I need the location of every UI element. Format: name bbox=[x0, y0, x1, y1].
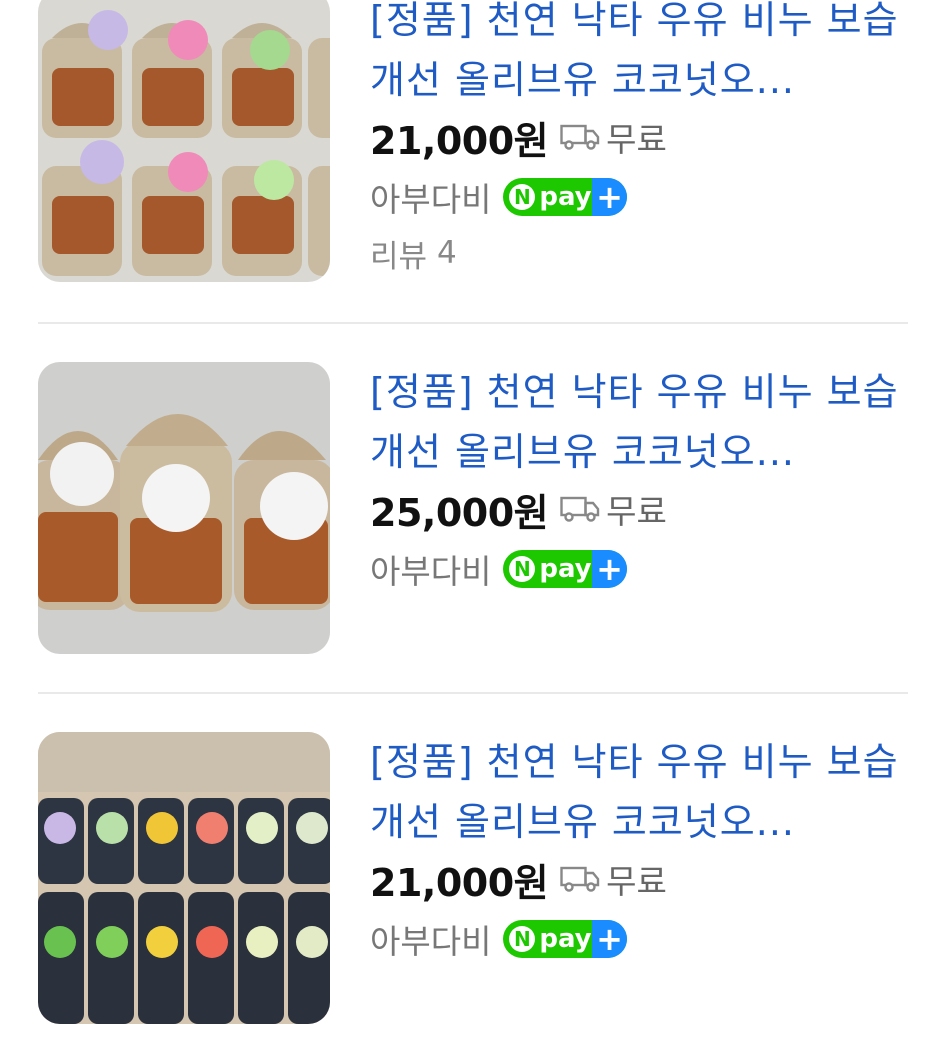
truck-icon bbox=[560, 865, 600, 893]
npay-plus-badge: N pay + bbox=[503, 550, 628, 588]
review-label: 리뷰 bbox=[370, 238, 428, 275]
truck-icon bbox=[560, 495, 600, 523]
product-thumbnail[interactable] bbox=[38, 732, 330, 1024]
npay-n-icon: N bbox=[509, 184, 536, 210]
plus-icon: + bbox=[591, 920, 628, 958]
plus-icon: + bbox=[591, 178, 628, 216]
price-row: 25,000원 무료 bbox=[370, 478, 910, 540]
npay-plus-badge: N pay + bbox=[503, 178, 628, 216]
seller-name[interactable]: 아부다비 bbox=[370, 545, 491, 593]
product-title[interactable]: [정품] 천연 낙타 우유 비누 보습 개선 올리브유 코코넛오... bbox=[370, 362, 910, 482]
divider bbox=[38, 692, 908, 694]
product-info: [정품] 천연 낙타 우유 비누 보습 개선 올리브유 코코넛오... 21,0… bbox=[370, 0, 910, 280]
product-thumbnail[interactable] bbox=[38, 362, 330, 654]
shipping-label: 무료 bbox=[606, 492, 667, 531]
product-item[interactable]: [정품] 천연 낙타 우유 비누 보습 개선 올리브유 코코넛오... 25,0… bbox=[0, 362, 946, 692]
product-title[interactable]: [정품] 천연 낙타 우유 비누 보습 개선 올리브유 코코넛오... bbox=[370, 0, 910, 110]
npay-n-icon: N bbox=[509, 556, 536, 582]
product-item[interactable]: [정품] 천연 낙타 우유 비누 보습 개선 올리브유 코코넛오... 21,0… bbox=[0, 732, 946, 1062]
truck-icon bbox=[560, 123, 600, 151]
product-info: [정품] 천연 낙타 우유 비누 보습 개선 올리브유 코코넛오... 25,0… bbox=[370, 362, 910, 598]
product-price: 25,000원 bbox=[370, 490, 549, 535]
product-thumbnail[interactable] bbox=[38, 0, 330, 282]
price-row: 21,000원 무료 bbox=[370, 848, 910, 910]
product-item[interactable]: [정품] 천연 낙타 우유 비누 보습 개선 올리브유 코코넛오... 21,0… bbox=[0, 0, 946, 320]
seller-name[interactable]: 아부다비 bbox=[370, 915, 491, 963]
shipping-label: 무료 bbox=[606, 120, 667, 159]
product-title[interactable]: [정품] 천연 낙타 우유 비누 보습 개선 올리브유 코코넛오... bbox=[370, 732, 910, 852]
product-image bbox=[38, 0, 330, 282]
divider bbox=[38, 322, 908, 324]
npay-plus-badge: N pay + bbox=[503, 920, 628, 958]
product-image bbox=[38, 362, 330, 654]
seller-name[interactable]: 아부다비 bbox=[370, 173, 491, 221]
npay-label: pay bbox=[539, 924, 592, 954]
seller-row: 아부다비 N pay + bbox=[370, 168, 910, 226]
price-row: 21,000원 무료 bbox=[370, 106, 910, 168]
review-row: 리뷰 4 bbox=[370, 226, 910, 280]
shipping-label: 무료 bbox=[606, 862, 667, 901]
npay-n-icon: N bbox=[509, 926, 536, 952]
product-price: 21,000원 bbox=[370, 118, 549, 163]
npay-label: pay bbox=[539, 182, 592, 212]
seller-row: 아부다비 N pay + bbox=[370, 910, 910, 968]
review-count: 4 bbox=[437, 235, 457, 271]
product-info: [정품] 천연 낙타 우유 비누 보습 개선 올리브유 코코넛오... 21,0… bbox=[370, 732, 910, 968]
npay-label: pay bbox=[539, 554, 592, 584]
plus-icon: + bbox=[591, 550, 628, 588]
seller-row: 아부다비 N pay + bbox=[370, 540, 910, 598]
product-image bbox=[38, 732, 330, 1024]
product-price: 21,000원 bbox=[370, 860, 549, 905]
